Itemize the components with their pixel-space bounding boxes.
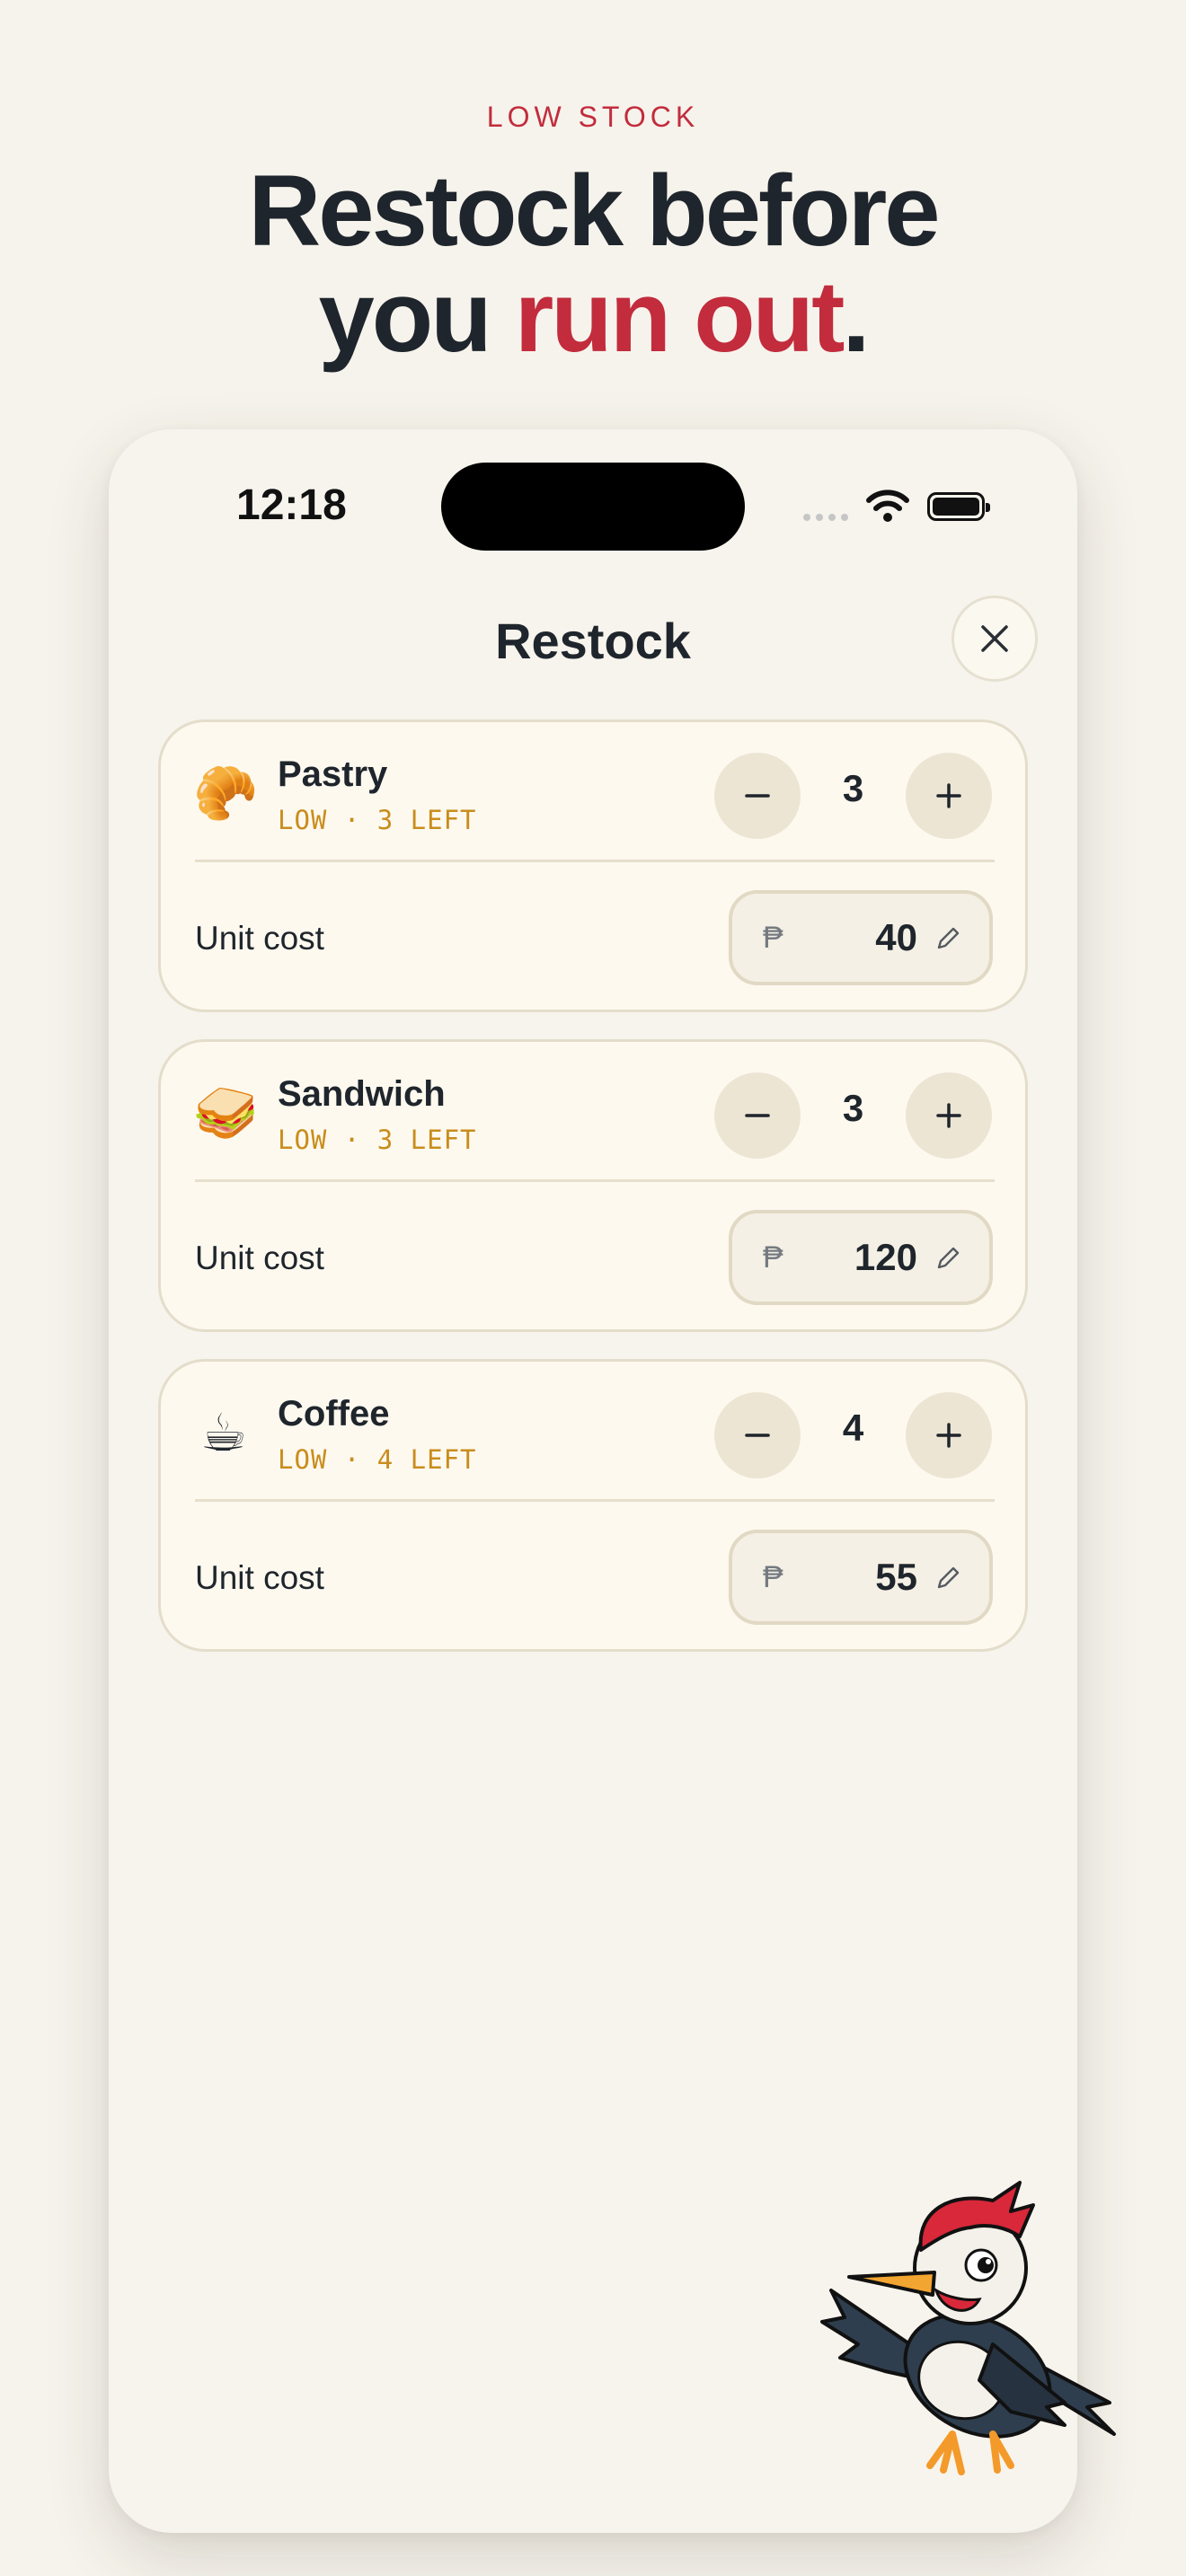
headline-line-2: you run out. — [0, 264, 1186, 370]
unit-cost-value: 40 — [875, 916, 917, 958]
pastry-icon: 🥐 — [193, 764, 259, 823]
divider — [195, 860, 995, 862]
stock-status: LOW · 3 LEFT — [278, 1125, 477, 1155]
headline-line-1: Restock before — [248, 154, 940, 267]
unit-cost-field[interactable]: ₱ 120 — [729, 1210, 993, 1305]
headline-period: . — [842, 260, 870, 373]
minus-icon — [745, 1434, 770, 1437]
divider — [195, 1499, 995, 1502]
quantity-value: 4 — [842, 1407, 864, 1449]
quantity-value: 3 — [842, 1087, 864, 1129]
increment-button[interactable] — [906, 1392, 992, 1478]
cellular-signal-icon — [803, 514, 848, 521]
item-name: Sandwich — [278, 1074, 446, 1114]
restock-item-card: ☕ Coffee LOW · 4 LEFT 4 Unit cost ₱ 55 — [158, 1359, 1028, 1652]
battery-icon — [927, 492, 990, 521]
quantity-value: 3 — [842, 767, 864, 809]
currency-symbol: ₱ — [763, 1560, 783, 1594]
currency-symbol: ₱ — [763, 921, 783, 955]
unit-cost-field[interactable]: ₱ 55 — [729, 1530, 993, 1625]
headline-accent: run out — [514, 260, 845, 373]
currency-symbol: ₱ — [763, 1240, 783, 1275]
close-icon — [981, 625, 1008, 652]
unit-cost-value: 55 — [875, 1556, 917, 1598]
wifi-icon — [866, 490, 909, 522]
minus-icon — [745, 1114, 770, 1117]
pencil-icon — [937, 927, 960, 949]
status-time: 12:18 — [236, 481, 347, 529]
pencil-icon — [937, 1566, 960, 1589]
plus-icon — [936, 1103, 961, 1128]
unit-cost-value: 120 — [854, 1236, 917, 1278]
decrement-button[interactable] — [714, 1392, 801, 1478]
unit-cost-label: Unit cost — [195, 920, 324, 957]
increment-button[interactable] — [906, 1072, 992, 1159]
sheet-title: Restock — [495, 613, 691, 669]
item-name: Pastry — [278, 754, 388, 794]
plus-icon — [936, 783, 961, 808]
unit-cost-field[interactable]: ₱ 40 — [729, 890, 993, 985]
unit-cost-label: Unit cost — [195, 1559, 324, 1596]
coffee-icon: ☕ — [200, 1404, 247, 1462]
restock-item-card: 🥐 Pastry LOW · 3 LEFT 3 Unit cost ₱ 40 — [158, 719, 1028, 1012]
decrement-button[interactable] — [714, 1072, 801, 1159]
item-name: Coffee — [278, 1394, 390, 1434]
headline-text: you — [318, 260, 515, 373]
restock-item-card: 🥪 Sandwich LOW · 3 LEFT 3 Unit cost ₱ 12… — [158, 1039, 1028, 1332]
unit-cost-label: Unit cost — [195, 1239, 324, 1276]
pencil-icon — [937, 1247, 960, 1269]
eyebrow-label: LOW STOCK — [486, 101, 700, 133]
divider — [195, 1179, 995, 1182]
dynamic-island — [441, 463, 745, 551]
minus-icon — [745, 794, 770, 798]
close-button[interactable] — [951, 595, 1038, 682]
headline: Restock before you run out. — [0, 158, 1186, 370]
decrement-button[interactable] — [714, 753, 801, 839]
stock-status: LOW · 4 LEFT — [278, 1444, 477, 1475]
increment-button[interactable] — [906, 753, 992, 839]
sandwich-icon: 🥪 — [193, 1084, 259, 1142]
stock-status: LOW · 3 LEFT — [278, 805, 477, 835]
plus-icon — [936, 1423, 961, 1448]
woodpecker-mascot — [820, 2181, 1116, 2475]
